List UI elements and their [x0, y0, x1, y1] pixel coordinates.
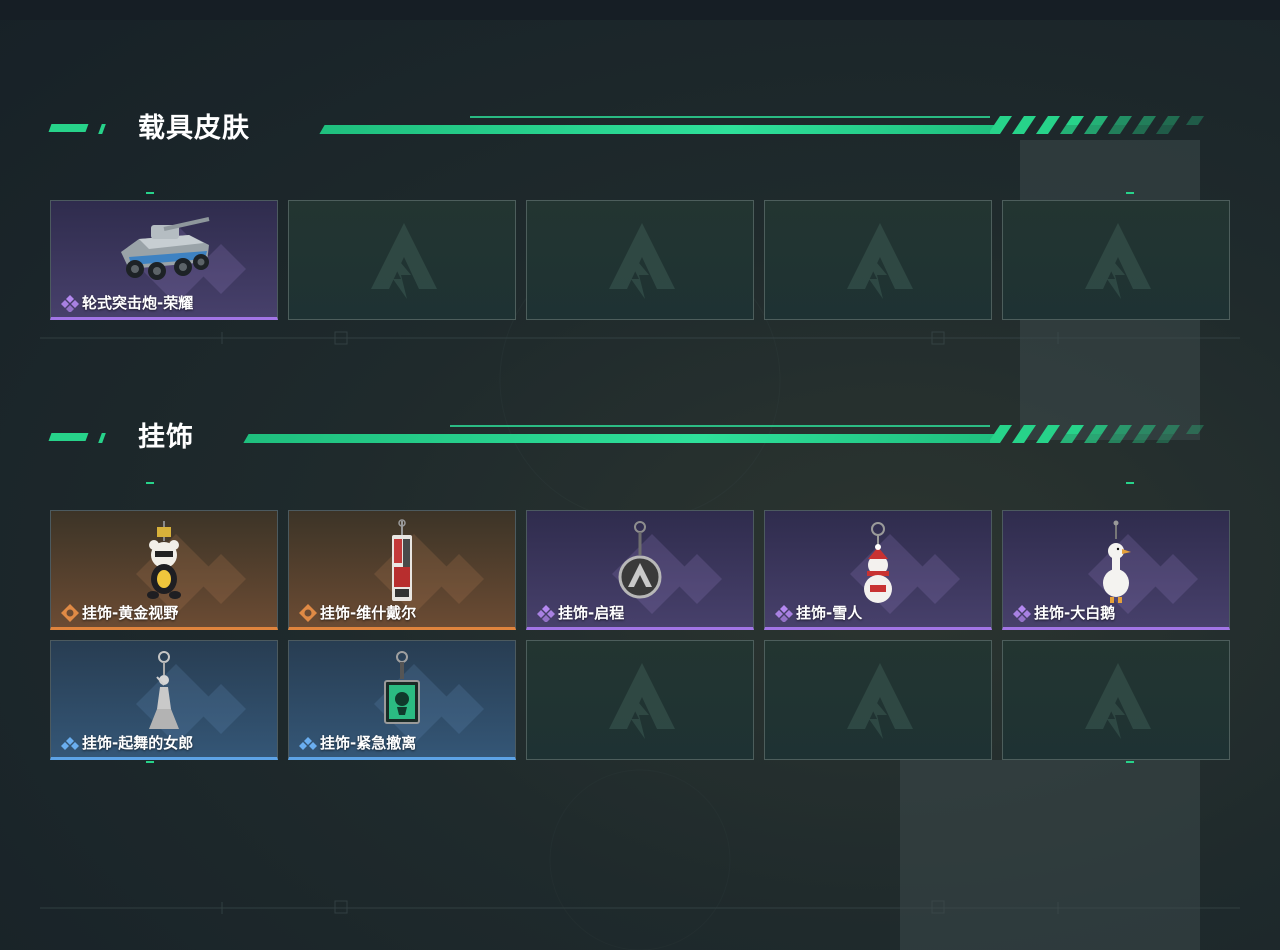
item-label-row: 挂饰-大白鹅 — [1013, 602, 1115, 623]
empty-slot-logo-icon — [371, 223, 437, 299]
header-accent-line — [470, 116, 990, 118]
item-label-row: 挂饰-启程 — [537, 602, 624, 623]
corner-marker — [1126, 761, 1134, 763]
item-name: 挂饰-启程 — [558, 604, 625, 622]
item-label-row: 挂饰-黄金视野 — [61, 602, 178, 623]
empty-slot — [526, 640, 754, 760]
item-card[interactable]: 挂饰-黄金视野 — [50, 510, 278, 630]
corner-marker — [1126, 192, 1134, 194]
header-checker-pattern — [990, 116, 1204, 134]
item-name: 挂饰-维什戴尔 — [320, 604, 417, 622]
item-name: 挂饰-雪人 — [796, 604, 863, 622]
top-bar — [0, 0, 1280, 20]
section-title: 挂饰 — [138, 422, 194, 453]
empty-slot — [1002, 640, 1230, 760]
section-header-vehicle-skins: 载具皮肤 — [48, 113, 1210, 144]
item-label-row: 轮式突击炮-荣耀 — [61, 292, 193, 313]
rarity-gear-icon — [299, 603, 317, 622]
item-card[interactable]: 挂饰-雪人 — [764, 510, 992, 630]
empty-slot — [764, 640, 992, 760]
item-name: 挂饰-大白鹅 — [1034, 604, 1116, 622]
item-card[interactable]: 挂饰-维什戴尔 — [288, 510, 516, 630]
item-label-row: 挂饰-雪人 — [775, 602, 862, 623]
goose-charm-icon — [1103, 520, 1131, 603]
empty-slot-logo-icon — [609, 223, 675, 299]
item-card[interactable]: 挂饰-紧急撤离 — [288, 640, 516, 760]
section-title: 载具皮肤 — [138, 113, 250, 144]
item-name: 挂饰-黄金视野 — [82, 604, 179, 622]
header-checker-pattern — [990, 425, 1204, 443]
empty-slot-logo-icon — [1085, 223, 1151, 299]
empty-slot-logo-icon — [847, 663, 913, 739]
header-accent-bar — [319, 125, 1005, 134]
corner-marker — [146, 482, 154, 484]
rarity-diamond-icon — [61, 294, 79, 312]
item-name: 挂饰-起舞的女郎 — [82, 734, 194, 752]
empty-slot — [1002, 200, 1230, 320]
dancer-charm-icon — [149, 651, 179, 729]
evac-tag-charm-icon — [384, 651, 420, 724]
section-header-charms: 挂饰 — [48, 422, 1210, 453]
item-label-row: 挂饰-维什戴尔 — [299, 602, 416, 623]
item-card[interactable]: 挂饰-启程 — [526, 510, 754, 630]
card-charm-icon — [392, 519, 412, 601]
empty-slot-logo-icon — [609, 663, 675, 739]
corner-marker — [146, 761, 154, 763]
item-card[interactable]: 轮式突击炮-荣耀 — [50, 200, 278, 320]
empty-slot — [288, 200, 516, 320]
item-name: 轮式突击炮-荣耀 — [82, 294, 194, 312]
item-label-row: 挂饰-紧急撤离 — [299, 732, 416, 753]
armored-vehicle-icon — [121, 217, 210, 280]
header-accent-bar — [243, 434, 1005, 443]
empty-slot — [764, 200, 992, 320]
empty-slot-logo-icon — [1085, 663, 1151, 739]
corner-marker — [146, 192, 154, 194]
snowman-charm-icon — [864, 522, 892, 603]
header-accent-tick — [98, 433, 106, 443]
item-label-row: 挂饰-起舞的女郎 — [61, 732, 193, 753]
empty-slot — [526, 200, 754, 320]
rarity-diamond-icon — [537, 604, 555, 622]
header-accent-dash — [48, 124, 89, 132]
item-card[interactable]: 挂饰-大白鹅 — [1002, 510, 1230, 630]
empty-slot-logo-icon — [847, 223, 913, 299]
corner-marker — [1126, 482, 1134, 484]
item-card[interactable]: 挂饰-起舞的女郎 — [50, 640, 278, 760]
header-accent-tick — [98, 124, 106, 134]
bear-charm-icon — [147, 521, 181, 599]
rarity-diamond-icon — [299, 736, 317, 750]
header-accent-line — [450, 425, 990, 427]
medallion-charm-icon — [618, 521, 662, 599]
item-name: 挂饰-紧急撤离 — [320, 734, 417, 752]
rarity-diamond-icon — [775, 604, 793, 622]
rarity-diamond-icon — [1013, 604, 1031, 622]
rarity-gear-icon — [61, 603, 79, 622]
rarity-diamond-icon — [61, 736, 79, 750]
header-accent-dash — [48, 433, 89, 441]
